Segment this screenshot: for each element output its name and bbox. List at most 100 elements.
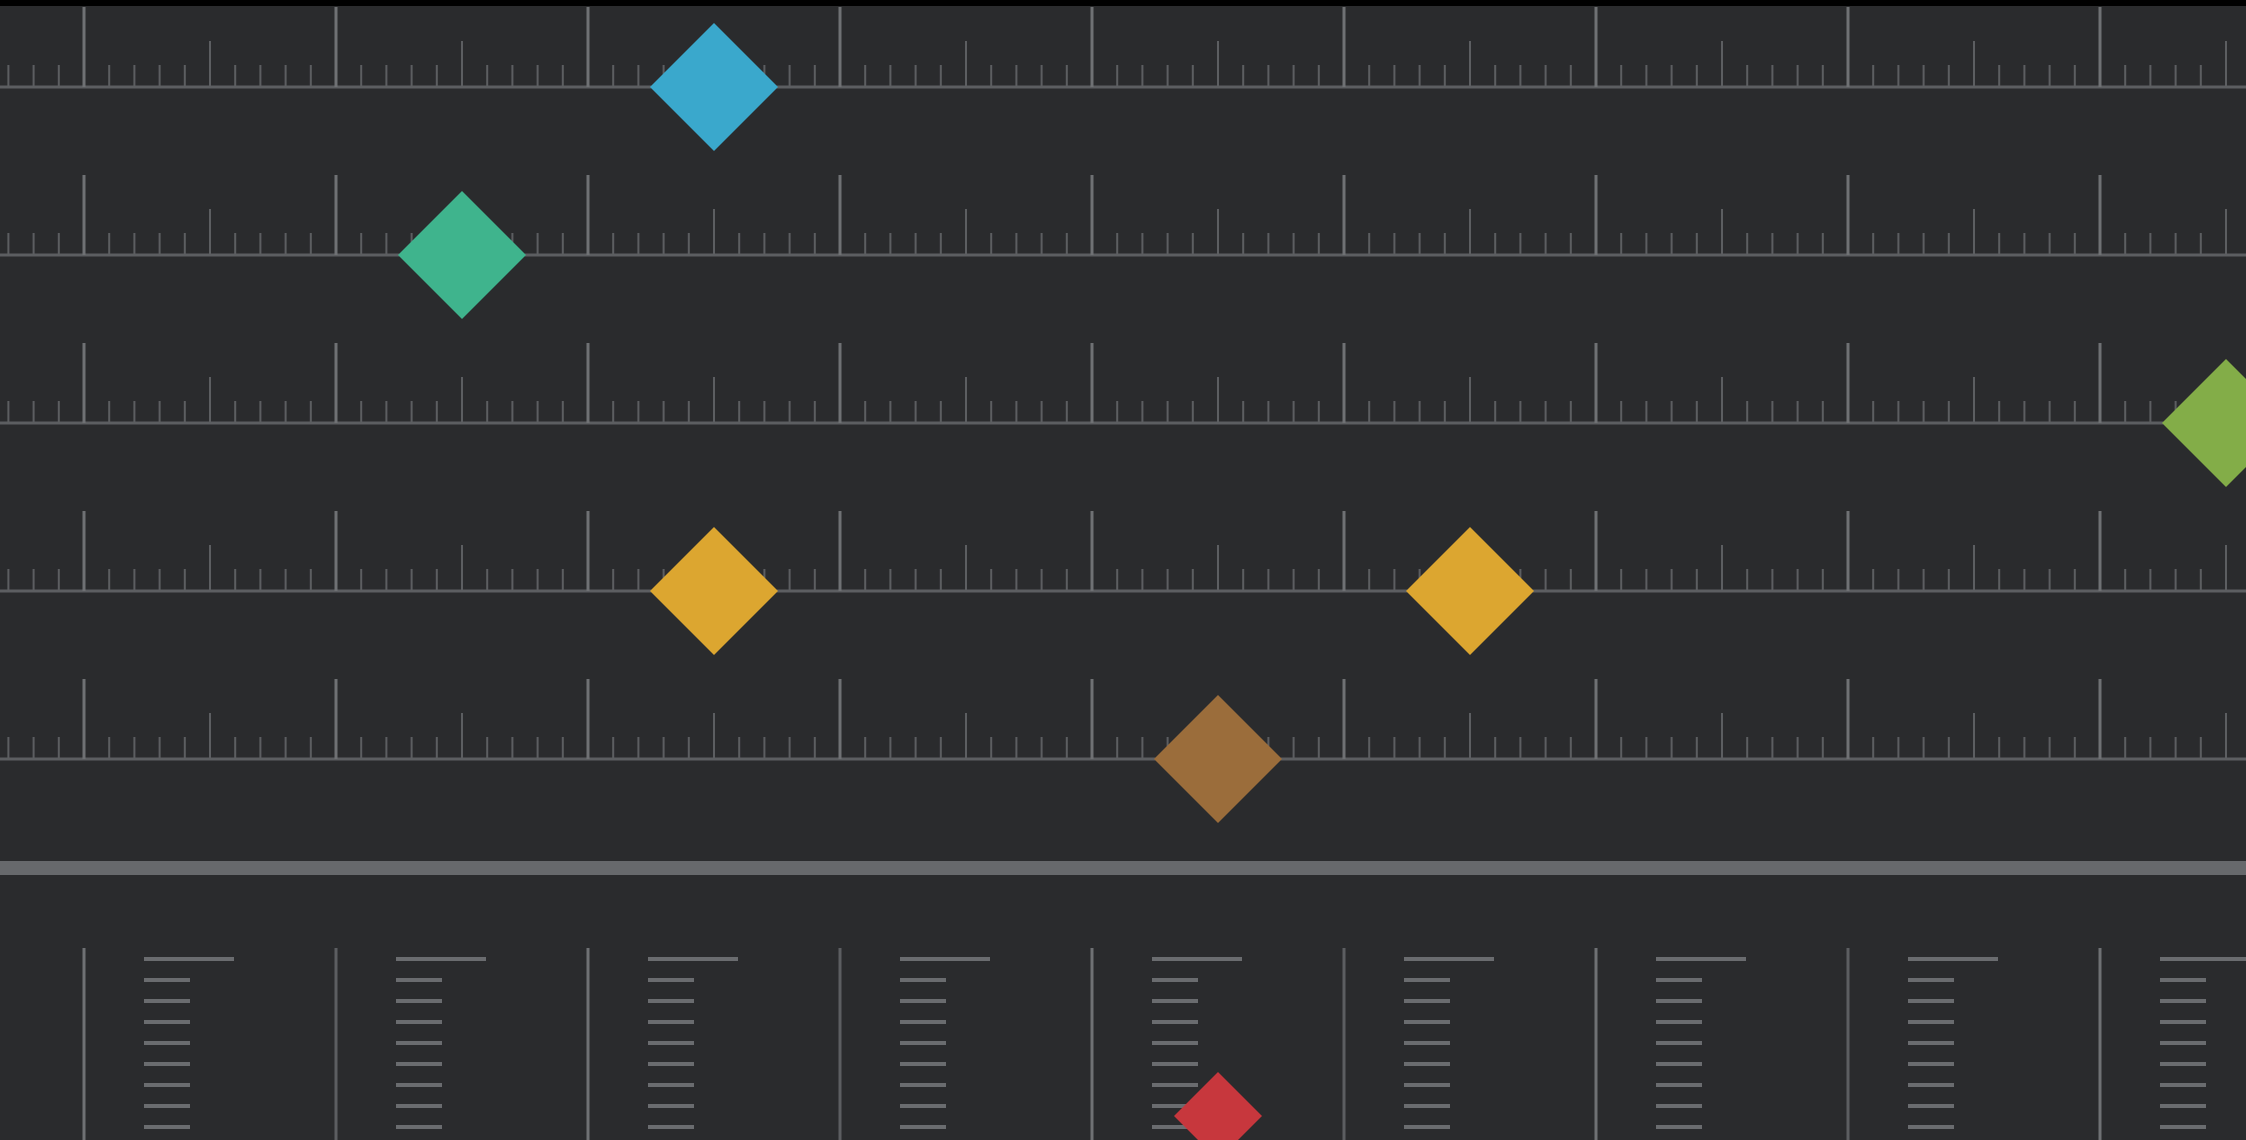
level-bar xyxy=(1404,1062,1450,1066)
level-bar xyxy=(1656,1020,1702,1024)
level-bar xyxy=(144,1062,190,1066)
level-bar xyxy=(396,1020,442,1024)
level-bar xyxy=(1656,978,1702,982)
level-bar xyxy=(1404,978,1450,982)
level-bar xyxy=(396,957,486,961)
level-bar xyxy=(1908,1020,1954,1024)
level-bar xyxy=(396,1083,442,1087)
level-bar xyxy=(900,957,990,961)
level-bar xyxy=(1152,1062,1198,1066)
level-bar xyxy=(1404,1020,1450,1024)
level-bar xyxy=(900,1083,946,1087)
level-bar xyxy=(900,1125,946,1129)
level-bar xyxy=(900,1041,946,1045)
level-meter xyxy=(1404,957,1494,1129)
track-ruler-ticks xyxy=(7,7,2227,87)
level-bar xyxy=(648,1125,694,1129)
level-meter xyxy=(2160,957,2246,1129)
keyframe-diamond[interactable] xyxy=(1174,1072,1262,1140)
level-bar xyxy=(1656,1104,1702,1108)
keyframe-diamond[interactable] xyxy=(2162,359,2246,487)
level-bar xyxy=(1404,1083,1450,1087)
level-bar xyxy=(144,957,234,961)
level-bar xyxy=(1908,1125,1954,1129)
level-bar xyxy=(1656,1125,1702,1129)
level-bar xyxy=(396,978,442,982)
level-bar xyxy=(2160,1083,2206,1087)
level-bar xyxy=(2160,999,2206,1003)
keyframe-diamond[interactable] xyxy=(1406,527,1534,655)
track-ruler-ticks xyxy=(7,679,2227,759)
level-bar xyxy=(1908,1083,1954,1087)
track-lane-5[interactable] xyxy=(0,679,2246,823)
level-bar xyxy=(900,1062,946,1066)
level-bar xyxy=(1908,1062,1954,1066)
level-bar xyxy=(1152,1041,1198,1045)
level-bar xyxy=(1152,957,1242,961)
track-ruler-ticks xyxy=(7,343,2227,423)
track-lane-4[interactable] xyxy=(0,511,2246,655)
level-bar xyxy=(1152,978,1198,982)
level-bar xyxy=(2160,1041,2206,1045)
level-bar xyxy=(1908,957,1998,961)
level-meter xyxy=(900,957,990,1129)
level-bar xyxy=(396,999,442,1003)
level-bar xyxy=(2160,1020,2206,1024)
level-bar xyxy=(1404,1104,1450,1108)
keyframe-diamond[interactable] xyxy=(1154,695,1282,823)
level-bar xyxy=(1656,1083,1702,1087)
level-bar xyxy=(648,978,694,982)
level-bar xyxy=(2160,1125,2206,1129)
level-meter xyxy=(1656,957,1746,1129)
keyframe-diamond[interactable] xyxy=(650,527,778,655)
level-meter xyxy=(396,957,486,1129)
level-bar xyxy=(144,1104,190,1108)
level-bar xyxy=(2160,957,2246,961)
timeline-canvas[interactable] xyxy=(0,6,2246,1140)
track-ruler-ticks xyxy=(7,175,2227,255)
keyframe-timeline[interactable] xyxy=(0,6,2246,1140)
level-bar xyxy=(1404,1125,1450,1129)
level-bar xyxy=(1908,1041,1954,1045)
level-bar xyxy=(648,1083,694,1087)
level-bar xyxy=(900,999,946,1003)
bottom-lane[interactable] xyxy=(82,948,2246,1140)
level-bar xyxy=(396,1062,442,1066)
level-bar xyxy=(1404,999,1450,1003)
level-bar xyxy=(396,1104,442,1108)
level-bar xyxy=(2160,1062,2206,1066)
level-bar xyxy=(144,1041,190,1045)
level-bar xyxy=(396,1041,442,1045)
level-bar xyxy=(144,1125,190,1129)
level-bar xyxy=(1908,999,1954,1003)
level-meter xyxy=(1908,957,1998,1129)
level-bar xyxy=(900,1104,946,1108)
level-bar xyxy=(144,1020,190,1024)
level-bar xyxy=(1908,1104,1954,1108)
level-bar xyxy=(1152,1020,1198,1024)
level-bar xyxy=(2160,978,2206,982)
level-bar xyxy=(1656,957,1746,961)
level-bar xyxy=(648,1041,694,1045)
keyframe-diamond[interactable] xyxy=(650,23,778,151)
level-bar xyxy=(1908,978,1954,982)
level-bar xyxy=(1152,999,1198,1003)
level-bar xyxy=(1152,1083,1198,1087)
level-meter xyxy=(144,957,234,1129)
level-bar xyxy=(1656,999,1702,1003)
level-bar xyxy=(1404,957,1494,961)
lane-separator[interactable] xyxy=(0,861,2246,875)
level-bar xyxy=(1656,1041,1702,1045)
track-lane-3[interactable] xyxy=(0,343,2246,487)
level-bar xyxy=(396,1125,442,1129)
level-bar xyxy=(648,1062,694,1066)
track-lane-2[interactable] xyxy=(0,175,2246,319)
level-bar xyxy=(144,978,190,982)
level-meter xyxy=(648,957,738,1129)
level-bar xyxy=(1404,1041,1450,1045)
level-bar xyxy=(648,999,694,1003)
keyframe-diamond[interactable] xyxy=(398,191,526,319)
level-bar xyxy=(648,1020,694,1024)
track-lane-1[interactable] xyxy=(0,7,2246,151)
level-bar xyxy=(648,1104,694,1108)
